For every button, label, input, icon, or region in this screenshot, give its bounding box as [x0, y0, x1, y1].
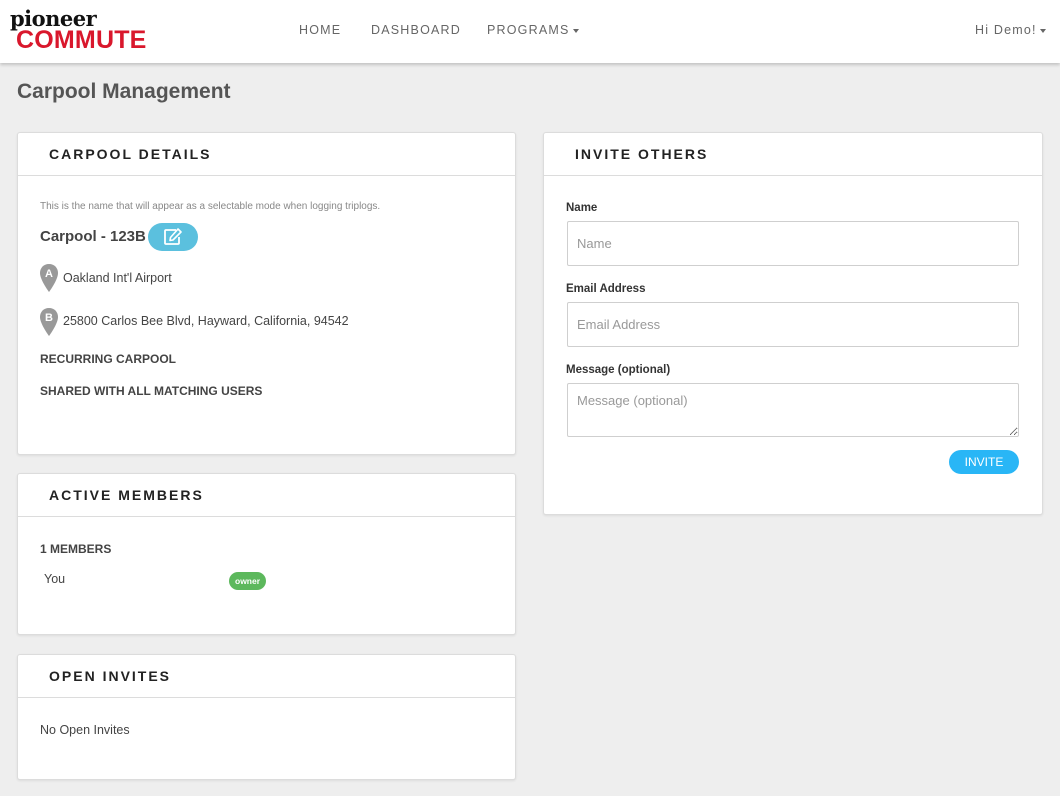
- members-count: 1 MEMBERS: [40, 542, 112, 556]
- nav-home-link[interactable]: HOME: [299, 23, 341, 37]
- user-menu-dropdown[interactable]: Hi Demo!: [975, 23, 1046, 37]
- invite-others-panel: INVITE OTHERS Name Email Address Message…: [543, 132, 1043, 515]
- name-label: Name: [566, 202, 598, 214]
- edit-icon: [164, 228, 182, 245]
- active-members-panel: ACTIVE MEMBERS 1 MEMBERS You owner: [17, 473, 516, 635]
- page-title: Carpool Management: [17, 80, 231, 103]
- open-invites-panel: OPEN INVITES No Open Invites: [17, 654, 516, 780]
- user-menu-label: Hi Demo!: [975, 23, 1037, 37]
- member-name: You: [44, 572, 66, 586]
- no-open-invites-text: No Open Invites: [40, 723, 130, 737]
- caret-down-icon: [1039, 28, 1046, 33]
- carpool-name: Carpool - 123B: [40, 228, 146, 245]
- origin-marker-letter: A: [45, 268, 53, 280]
- destination-marker-letter: B: [45, 312, 53, 324]
- open-invites-heading: OPEN INVITES: [18, 655, 515, 698]
- origin-address: Oakland Int'l Airport: [63, 271, 172, 285]
- invite-others-heading: INVITE OTHERS: [544, 133, 1042, 176]
- shared-with-users-label: SHARED WITH ALL MATCHING USERS: [40, 384, 263, 398]
- edit-carpool-name-button[interactable]: [148, 223, 198, 251]
- active-members-heading: ACTIVE MEMBERS: [18, 474, 515, 517]
- nav-dashboard-link[interactable]: DASHBOARD: [371, 23, 461, 37]
- origin-marker-icon: A: [40, 264, 58, 292]
- invite-email-input[interactable]: [567, 302, 1019, 347]
- invite-name-input[interactable]: [567, 221, 1019, 266]
- nav-programs-dropdown[interactable]: PROGRAMS: [487, 23, 579, 37]
- destination-address: 25800 Carlos Bee Blvd, Hayward, Californ…: [63, 314, 349, 328]
- nav-programs-label: PROGRAMS: [487, 23, 570, 37]
- carpool-details-panel: CARPOOL DETAILS This is the name that wi…: [17, 132, 516, 455]
- email-label: Email Address: [566, 283, 646, 295]
- top-navbar: pioneer COMMUTE HOME DASHBOARD PROGRAMS …: [0, 0, 1060, 63]
- caret-down-icon: [572, 28, 579, 33]
- invite-message-textarea[interactable]: [567, 383, 1019, 437]
- brand-line-2: COMMUTE: [16, 26, 147, 54]
- destination-marker-icon: B: [40, 308, 58, 336]
- carpool-details-heading: CARPOOL DETAILS: [18, 133, 515, 176]
- message-label: Message (optional): [566, 364, 671, 376]
- invite-submit-button[interactable]: INVITE: [949, 450, 1019, 474]
- recurring-carpool-label: RECURRING CARPOOL: [40, 352, 177, 366]
- brand-logo[interactable]: pioneer COMMUTE: [10, 8, 147, 54]
- owner-role-badge: owner: [229, 572, 267, 590]
- carpool-name-hint: This is the name that will appear as a s…: [40, 201, 381, 212]
